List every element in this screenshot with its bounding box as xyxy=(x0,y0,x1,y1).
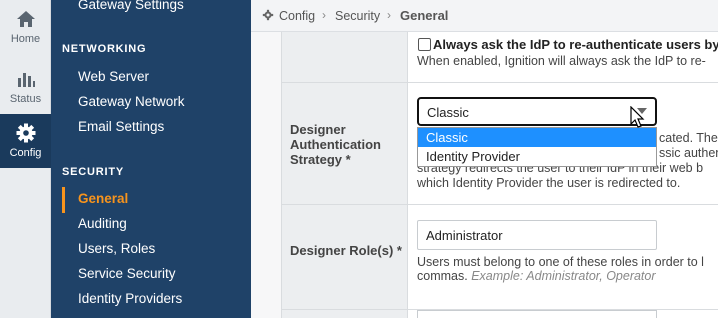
reauth-label: Always ask the IdP to re-authenticate us… xyxy=(433,37,718,52)
rail-home-label: Home xyxy=(10,33,41,45)
breadcrumb-general: General xyxy=(400,8,449,23)
chevron-right-icon: › xyxy=(387,8,391,22)
designer-auth-select-value: Classic xyxy=(427,105,469,120)
breadcrumb-security[interactable]: Security xyxy=(335,9,380,23)
row-divider xyxy=(281,204,718,205)
sidebar-item-email-settings[interactable]: Email Settings xyxy=(78,119,164,134)
designer-roles-help-text: commas. xyxy=(417,269,468,283)
breadcrumb-config[interactable]: Config xyxy=(279,9,315,23)
next-field[interactable] xyxy=(417,310,657,318)
designer-roles-help: Users must belong to one of these roles … xyxy=(417,255,704,269)
form-gutter xyxy=(251,32,281,318)
sidebar-item-gateway-network[interactable]: Gateway Network xyxy=(78,94,185,109)
designer-auth-help-fragment: cated. The xyxy=(659,131,718,145)
sidebar-item-general[interactable]: General xyxy=(78,191,128,206)
rail-home[interactable]: Home xyxy=(0,0,51,54)
designer-auth-label-line: Designer xyxy=(290,122,346,137)
designer-roles-label: Designer Role(s) * xyxy=(290,243,402,258)
active-indicator xyxy=(62,187,65,213)
rail-status[interactable]: Status xyxy=(0,60,51,114)
option-identity-provider[interactable]: Identity Provider xyxy=(418,147,656,166)
icon-rail: Home Status Config xyxy=(0,0,51,318)
designer-auth-dropdown: Classic Identity Provider xyxy=(417,127,657,167)
designer-auth-help-fragment: ssic authen xyxy=(659,146,718,160)
sidebar-item-users-roles[interactable]: Users, Roles xyxy=(78,241,155,256)
sidebar-item-service-security[interactable]: Service Security xyxy=(78,266,176,281)
chevron-right-icon: › xyxy=(322,8,326,22)
bar-chart-icon xyxy=(17,73,35,87)
rail-config[interactable]: Config xyxy=(0,114,51,168)
rail-config-label: Config xyxy=(9,147,42,159)
sidebar-item-identity-providers[interactable]: Identity Providers xyxy=(78,291,182,306)
designer-roles-field[interactable] xyxy=(417,220,657,250)
option-classic[interactable]: Classic xyxy=(418,128,656,147)
designer-auth-help: which Identity Provider the user is redi… xyxy=(417,176,681,190)
gear-icon xyxy=(16,123,35,143)
sidebar-section-networking: NETWORKING xyxy=(62,43,147,55)
label-column xyxy=(281,32,408,318)
sidebar-item-auditing[interactable]: Auditing xyxy=(78,216,127,231)
rail-status-label: Status xyxy=(9,93,42,105)
designer-auth-label-line: Authentication xyxy=(290,137,381,152)
designer-auth-label: Designer Authentication Strategy * xyxy=(290,122,381,167)
gear-icon xyxy=(262,9,274,21)
sidebar-item-gateway-settings[interactable]: Gateway Settings xyxy=(78,0,184,12)
designer-roles-help-line2: commas. Example: Administrator, Operator xyxy=(417,269,656,284)
reauth-checkbox[interactable] xyxy=(418,38,431,51)
sidebar-item-web-server[interactable]: Web Server xyxy=(78,69,149,84)
designer-auth-select[interactable]: Classic xyxy=(417,97,657,126)
designer-auth-label-line: Strategy * xyxy=(290,152,351,167)
mouse-pointer-icon xyxy=(630,106,645,128)
row-divider xyxy=(281,82,718,83)
designer-roles-example: Example: Administrator, Operator xyxy=(471,269,656,283)
designer-roles-input[interactable] xyxy=(418,221,656,249)
home-icon xyxy=(16,11,35,27)
reauth-help: When enabled, Ignition will always ask t… xyxy=(417,54,706,68)
breadcrumb: Config › Security › General xyxy=(251,0,718,32)
sidebar-section-security: SECURITY xyxy=(62,166,125,178)
config-sidebar: Gateway Settings NETWORKING Web Server G… xyxy=(51,0,251,318)
